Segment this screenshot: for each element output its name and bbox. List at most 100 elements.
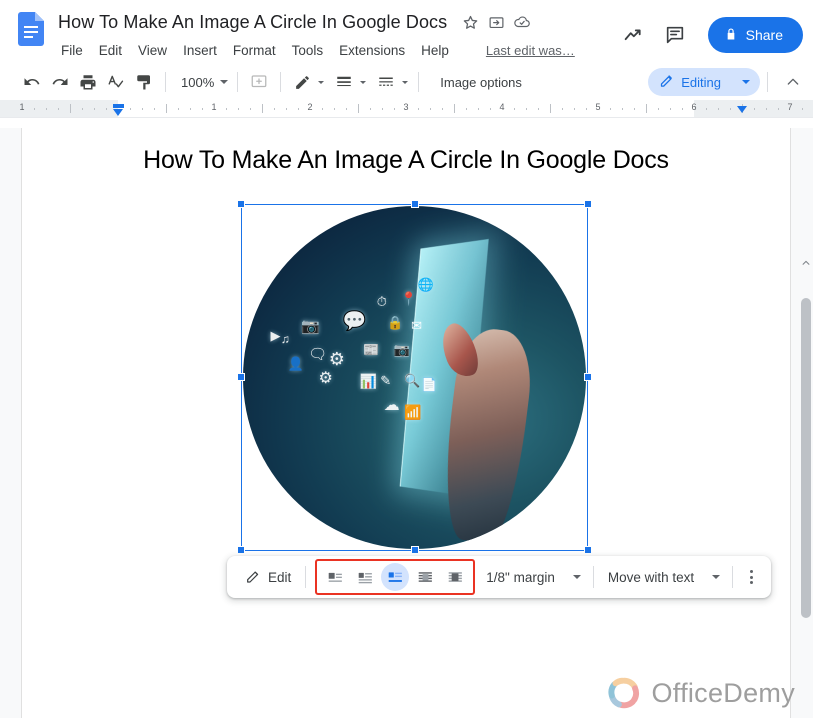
document-status-cloud-icon[interactable] (509, 9, 535, 35)
resize-handle-nw[interactable] (237, 200, 245, 208)
vertical-scrollbar[interactable] (799, 256, 813, 718)
right-indent-marker[interactable] (737, 106, 747, 113)
share-button[interactable]: Share (707, 17, 803, 53)
undo-icon[interactable] (18, 68, 46, 96)
left-indent-marker[interactable] (113, 109, 123, 116)
menu-item-edit[interactable]: Edit (98, 41, 123, 60)
resize-handle-w[interactable] (237, 373, 245, 381)
star-icon[interactable] (457, 9, 483, 35)
menu-item-tools[interactable]: Tools (291, 41, 325, 60)
resize-handle-se[interactable] (584, 546, 592, 554)
activity-dashboard-icon[interactable] (614, 16, 652, 54)
mode-selector-editing[interactable]: Editing (648, 68, 760, 96)
border-dash-selector[interactable] (372, 68, 409, 96)
toolbar-divider (280, 72, 282, 92)
chevron-down-icon (712, 575, 721, 579)
circular-image[interactable]: 📷 ♫ 💬 ⏱ 📍 🌐 🔒 ✉ 🗨 ⚙ ⚙ 👤 📰 📷 📊 ✎ 🔍 📄 ☁ 📶 … (243, 206, 586, 549)
image-position-selector[interactable]: Move with text (600, 562, 726, 592)
border-weight-icon[interactable] (330, 68, 358, 96)
floating-icon-photo: 📷 (393, 342, 411, 358)
document-title[interactable]: How To Make An Image A Circle In Google … (58, 12, 457, 33)
ruler-tick (454, 104, 455, 113)
wrap-inline-with-text[interactable] (321, 563, 349, 591)
vertical-scrollbar-thumb[interactable] (801, 298, 811, 618)
ruler-minor-tick (274, 108, 275, 110)
ruler-number: 4 (499, 102, 505, 112)
ruler-number: 1 (19, 102, 25, 112)
ruler-minor-tick (418, 108, 419, 110)
floating-icon-user: 👤 (287, 355, 304, 371)
floating-icon-music: ♫ (280, 331, 290, 346)
ruler-number: 6 (691, 102, 697, 112)
first-line-indent-marker[interactable] (113, 104, 124, 108)
image-edit-button[interactable]: Edit (237, 562, 299, 592)
image-position-label: Move with text (607, 569, 695, 585)
ruler-minor-tick (634, 108, 635, 110)
toolbar-divider (165, 72, 166, 92)
wrap-in-front-of-text[interactable] (441, 563, 469, 591)
border-dash-icon[interactable] (372, 68, 400, 96)
image-options-button[interactable]: Image options (432, 71, 530, 94)
menu-item-file[interactable]: File (60, 41, 84, 60)
floating-icon-play: ▶ (270, 328, 281, 344)
ruler-minor-tick (562, 108, 563, 110)
google-docs-icon[interactable] (18, 12, 44, 46)
zoom-selector[interactable]: 100% (173, 75, 230, 90)
ruler-number: 1 (211, 102, 217, 112)
collapse-chevron-up-icon[interactable] (779, 68, 807, 96)
ruler-minor-tick (682, 108, 683, 110)
menu-item-help[interactable]: Help (420, 41, 450, 60)
resize-handle-ne[interactable] (584, 200, 592, 208)
ruler[interactable]: 1 1 2 3 4 5 6 7 (0, 100, 813, 118)
toolbar-divider (305, 566, 307, 588)
ruler-minor-tick (226, 108, 227, 110)
wrap-break-text[interactable] (381, 563, 410, 591)
print-icon[interactable] (74, 68, 102, 96)
menu-item-extensions[interactable]: Extensions (338, 41, 406, 60)
resize-handle-sw[interactable] (237, 546, 245, 554)
redo-icon[interactable] (46, 68, 74, 96)
ruler-number: 3 (403, 102, 409, 112)
resize-handle-e[interactable] (584, 373, 592, 381)
share-button-label: Share (745, 27, 783, 43)
ruler-minor-tick (34, 108, 35, 110)
image-container[interactable]: 📷 ♫ 💬 ⏱ 📍 🌐 🔒 ✉ 🗨 ⚙ ⚙ 👤 📰 📷 📊 ✎ 🔍 📄 ☁ 📶 … (237, 200, 592, 554)
move-to-folder-icon[interactable] (483, 9, 509, 35)
mode-label: Editing (681, 74, 721, 90)
wrap-text[interactable] (351, 563, 379, 591)
border-color-pencil-icon[interactable] (288, 68, 316, 96)
image-margin-selector[interactable]: 1/8" margin (478, 562, 587, 592)
menu-item-insert[interactable]: Insert (182, 41, 218, 60)
text-wrap-options-group (315, 559, 476, 595)
add-comment-icon[interactable] (245, 68, 273, 96)
floating-icon-chat: 💬 (342, 311, 367, 333)
floating-icon-search: 🔍 (404, 373, 421, 389)
menu-item-format[interactable]: Format (232, 41, 277, 60)
show-comments-icon[interactable] (656, 16, 694, 54)
scroll-up-arrow-icon[interactable] (801, 258, 811, 272)
menu-item-view[interactable]: View (137, 41, 168, 60)
ruler-minor-tick (766, 108, 767, 110)
ruler-minor-tick (190, 108, 191, 110)
wrap-behind-text[interactable] (411, 563, 439, 591)
more-options-kebab-icon[interactable] (739, 563, 763, 591)
ruler-minor-tick (622, 108, 623, 110)
ruler-minor-tick (658, 108, 659, 110)
border-color-selector[interactable] (288, 68, 325, 96)
last-edit-link[interactable]: Last edit was… (486, 43, 575, 58)
paint-format-icon[interactable] (130, 68, 158, 96)
spelling-check-icon[interactable] (102, 68, 130, 96)
title-and-menu: How To Make An Image A Circle In Google … (58, 8, 614, 63)
ruler-minor-tick (94, 108, 95, 110)
resize-handle-s[interactable] (411, 546, 419, 554)
ruler-minor-tick (670, 108, 671, 110)
ruler-minor-tick (706, 108, 707, 110)
ruler-minor-tick (490, 108, 491, 110)
floating-icon-mail: ✉ (411, 318, 422, 334)
resize-handle-n[interactable] (411, 200, 419, 208)
ruler-minor-tick (46, 108, 47, 110)
border-weight-selector[interactable] (330, 68, 367, 96)
ruler-minor-tick (778, 108, 779, 110)
floating-icon-location: 📍 (400, 290, 417, 306)
floating-icon-gear-2: ⚙ (318, 369, 333, 387)
